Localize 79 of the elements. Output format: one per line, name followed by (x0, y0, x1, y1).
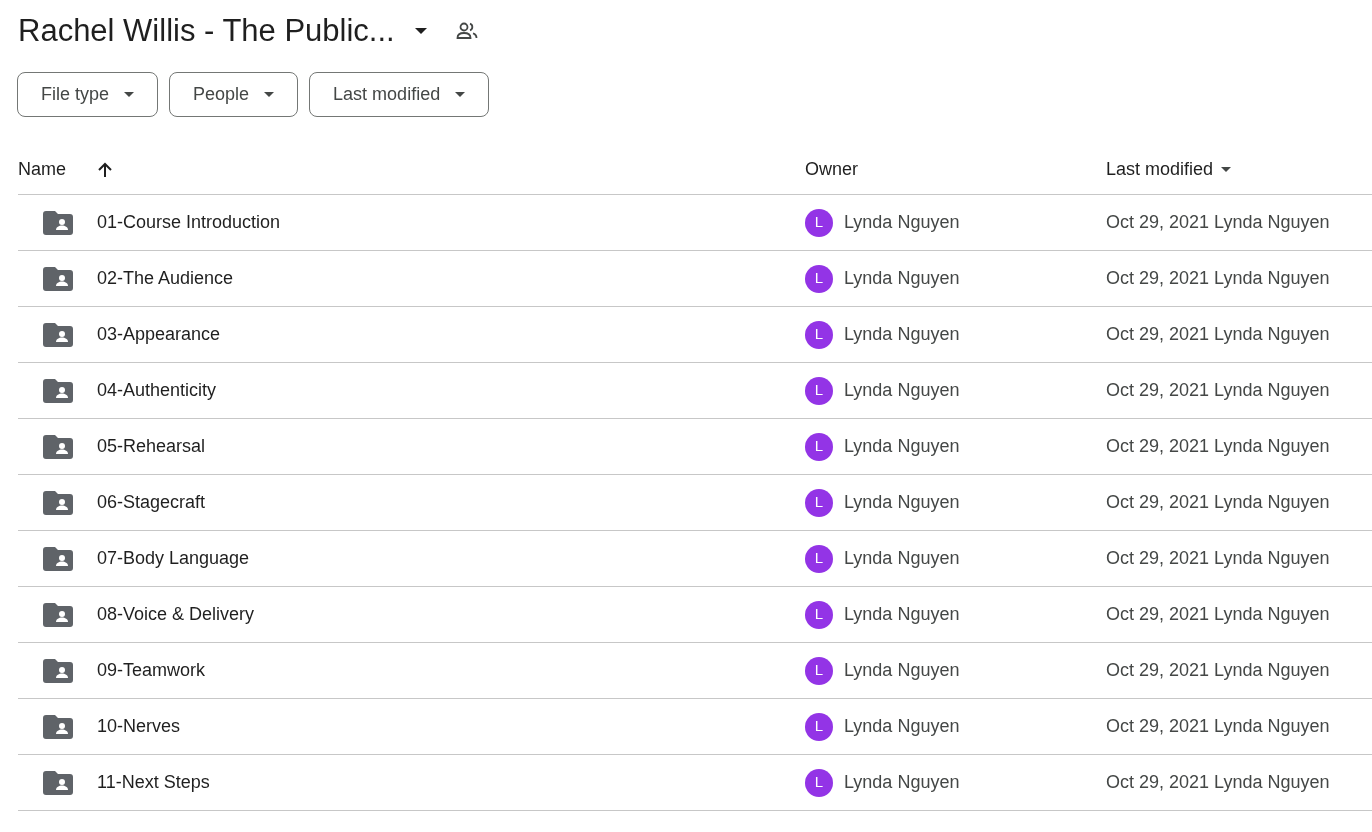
owner-avatar: L (805, 208, 833, 237)
file-row[interactable]: 01-Course Introduction L Lynda Nguyen Oct 29, 2021 Lynda Nguyen (18, 195, 1372, 251)
file-row[interactable]: 03-Appearance L Lynda Nguyen Oct 29, 2021 Lynda Nguyen (18, 307, 1372, 363)
shared-folder-icon (43, 658, 73, 683)
folder-name: 08-Voice & Delivery (97, 603, 255, 626)
shared-folder-icon (43, 714, 73, 739)
owner-name: Lynda Nguyen (844, 323, 960, 346)
folder-name: 02-The Audience (97, 267, 234, 290)
owner-name: Lynda Nguyen (844, 715, 960, 738)
file-row[interactable]: 09-Teamwork L Lynda Nguyen Oct 29, 2021 Lynda Nguyen (18, 643, 1372, 699)
owner-name: Lynda Nguyen (844, 211, 960, 234)
filter-chip[interactable]: People (169, 72, 299, 117)
modified-date: Oct 29, 2021 Lynda Nguyen (1106, 323, 1331, 346)
folder-name: 01-Course Introduction (97, 211, 281, 234)
modified-date: Oct 29, 2021 Lynda Nguyen (1106, 435, 1331, 458)
sort-arrow-up-icon[interactable] (97, 161, 113, 178)
owner-avatar: L (805, 712, 833, 741)
caret-icon (264, 92, 275, 97)
folder-name: 07-Body Language (97, 547, 250, 570)
owner-name: Lynda Nguyen (844, 603, 960, 626)
file-row[interactable]: 08-Voice & Delivery L Lynda Nguyen Oct 29, 2021 Lynda Nguyen (18, 587, 1372, 643)
modified-date: Oct 29, 2021 Lynda Nguyen (1106, 211, 1331, 234)
modified-date: Oct 29, 2021 Lynda Nguyen (1106, 267, 1331, 290)
owner-name: Lynda Nguyen (844, 547, 960, 570)
column-header[interactable]: Last modified (1106, 156, 1214, 183)
owner-avatar: L (805, 656, 833, 685)
modified-date: Oct 29, 2021 Lynda Nguyen (1106, 491, 1331, 514)
file-row[interactable]: 10-Nerves L Lynda Nguyen Oct 29, 2021 Lynda Nguyen (18, 699, 1372, 755)
owner-avatar: L (805, 264, 833, 293)
shared-folder-icon (43, 602, 73, 627)
modified-date: Oct 29, 2021 Lynda Nguyen (1106, 715, 1331, 738)
owner-avatar: L (805, 320, 833, 349)
shared-folder-icon (43, 378, 73, 403)
owner-avatar: L (805, 600, 833, 629)
owner-name: Lynda Nguyen (844, 267, 960, 290)
folder-name: 11-Next Steps (97, 771, 210, 794)
shared-folder-icon (43, 434, 73, 459)
folder-title: Rachel Willis - The Public... (18, 12, 395, 50)
column-header[interactable]: Owner (805, 156, 858, 183)
file-row[interactable]: 02-The Audience L Lynda Nguyen Oct 29, 2021 Lynda Nguyen (18, 251, 1372, 307)
owner-name: Lynda Nguyen (844, 771, 960, 794)
caret-icon (414, 28, 427, 34)
shared-folder-icon (43, 490, 73, 515)
file-row[interactable]: 06-Stagecraft L Lynda Nguyen Oct 29, 2021 Lynda Nguyen (18, 475, 1372, 531)
modified-date: Oct 29, 2021 Lynda Nguyen (1106, 547, 1331, 570)
shared-folder-icon (43, 322, 73, 347)
modified-date: Oct 29, 2021 Lynda Nguyen (1106, 603, 1331, 626)
owner-name: Lynda Nguyen (844, 435, 960, 458)
folder-name: 06-Stagecraft (97, 491, 206, 514)
folder-name: 10-Nerves (97, 715, 181, 738)
file-row[interactable]: 04-Authenticity L Lynda Nguyen Oct 29, 2021 Lynda Nguyen (18, 363, 1372, 419)
owner-avatar: L (805, 376, 833, 405)
modified-date: Oct 29, 2021 Lynda Nguyen (1106, 659, 1331, 682)
owner-name: Lynda Nguyen (844, 379, 960, 402)
shared-folder-icon (43, 546, 73, 571)
folder-name: 09-Teamwork (97, 659, 206, 682)
owner-avatar: L (805, 488, 833, 517)
shared-folder-icon (43, 266, 73, 291)
folder-name: 04-Authenticity (97, 379, 217, 402)
file-row[interactable]: 05-Rehearsal L Lynda Nguyen Oct 29, 2021 Lynda Nguyen (18, 419, 1372, 475)
owner-avatar: L (805, 544, 833, 573)
file-row[interactable]: 07-Body Language L Lynda Nguyen Oct 29, 2021 Lynda Nguyen (18, 531, 1372, 587)
file-row[interactable]: 11-Next Steps L Lynda Nguyen Oct 29, 2021 Lynda Nguyen (18, 755, 1372, 811)
owner-avatar: L (805, 432, 833, 461)
caret-icon (455, 92, 466, 97)
owner-name: Lynda Nguyen (844, 491, 960, 514)
modified-date: Oct 29, 2021 Lynda Nguyen (1106, 771, 1331, 794)
shared-folder-icon (43, 210, 73, 235)
filter-chip[interactable]: File type (17, 72, 159, 117)
caret-icon (1221, 167, 1232, 172)
owner-name: Lynda Nguyen (844, 659, 960, 682)
folder-name: 05-Rehearsal (97, 435, 206, 458)
owner-avatar: L (805, 768, 833, 797)
shared-folder-icon (43, 770, 73, 795)
filter-chip[interactable]: Last modified (309, 72, 490, 117)
folder-name: 03-Appearance (97, 323, 221, 346)
modified-date: Oct 29, 2021 Lynda Nguyen (1106, 379, 1331, 402)
column-header[interactable]: Name (18, 156, 66, 183)
caret-icon (124, 92, 135, 97)
